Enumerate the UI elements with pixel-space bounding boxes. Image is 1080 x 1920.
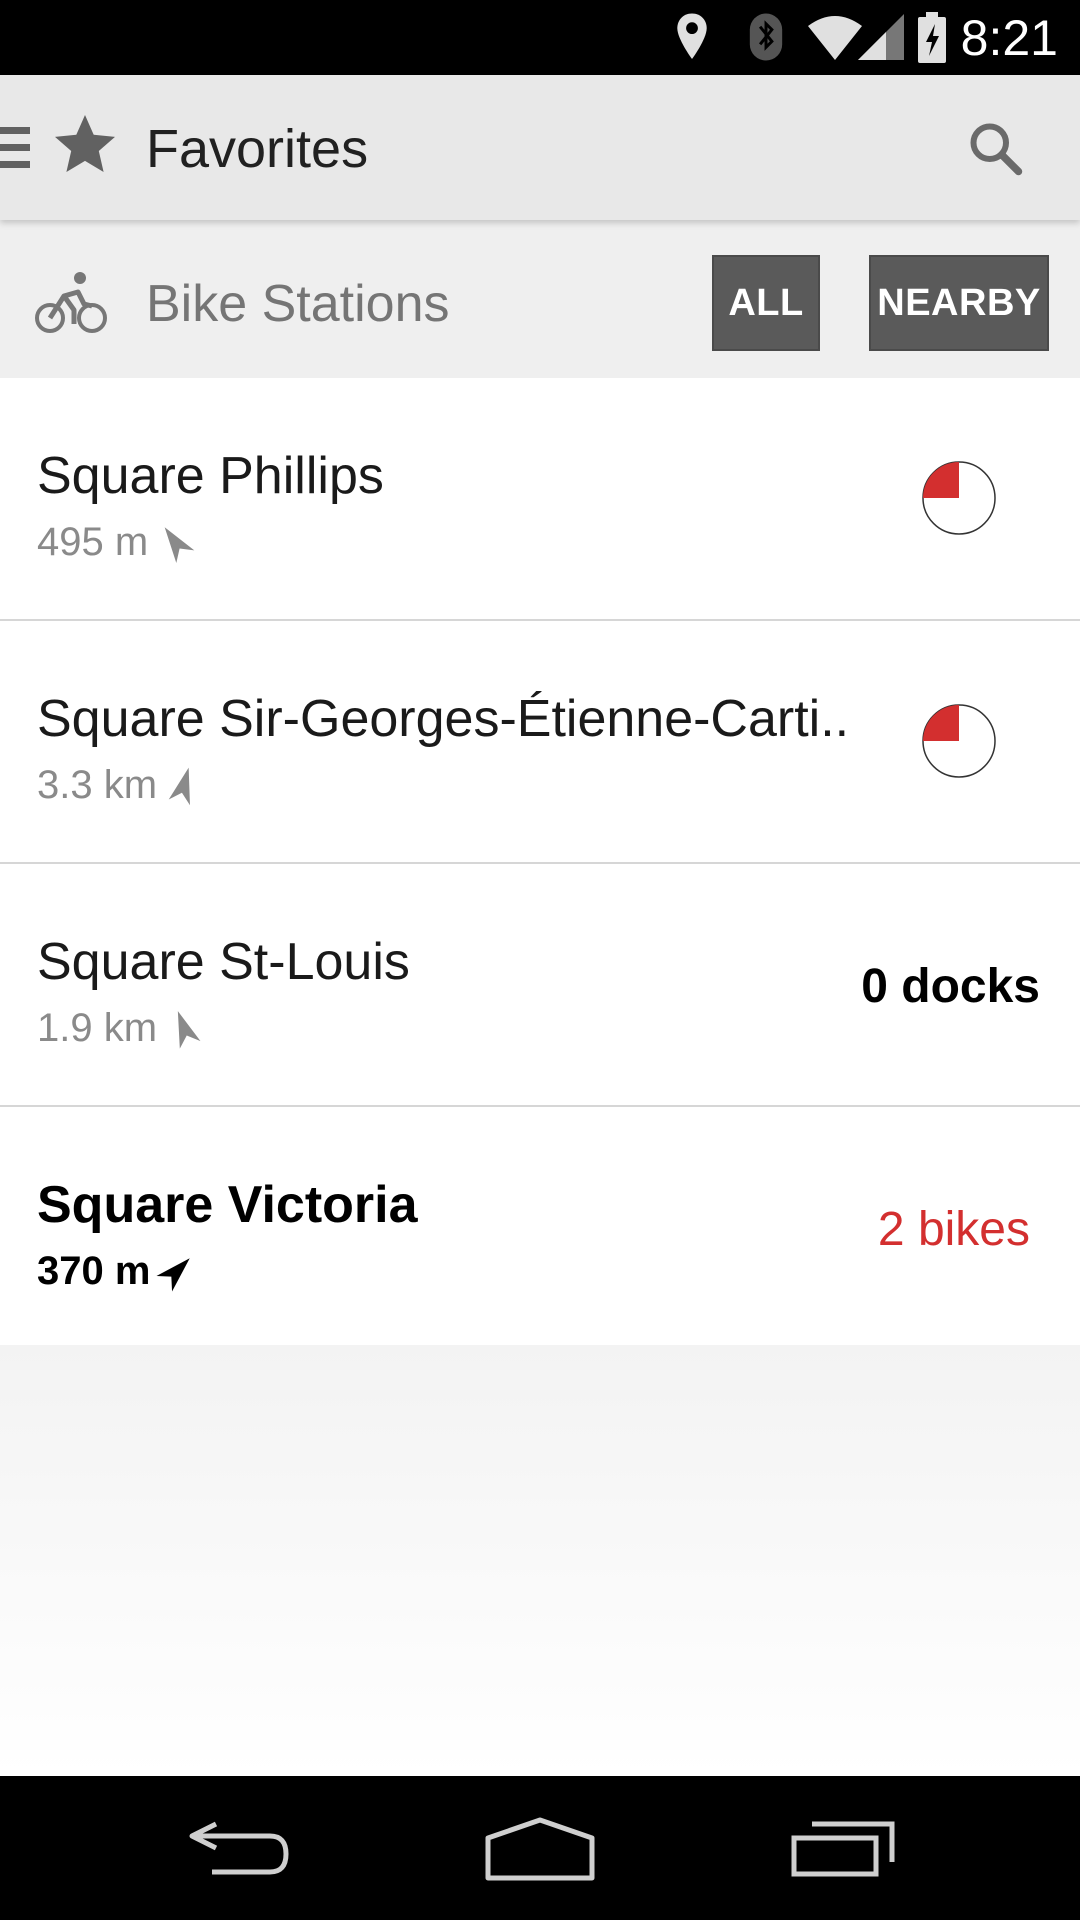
page-title: Favorites (146, 119, 369, 179)
station-name: Square St-Louis (37, 933, 410, 991)
pie-fill (923, 705, 959, 741)
section-label: Bike Stations (146, 275, 450, 333)
distance-value: 495 m (37, 520, 149, 564)
pie-fill (923, 462, 959, 498)
distance-value: 1.9 km (37, 1006, 158, 1050)
section-header: Bike Stations ALL NEARBY (0, 220, 1080, 378)
status-bar: 8:21 (0, 0, 1080, 75)
empty-area (0, 1345, 1080, 1776)
direction-arrow-icon (156, 1258, 191, 1292)
navigation-bar (0, 1776, 1080, 1920)
search-icon[interactable] (966, 119, 1026, 179)
clock: 8:21 (960, 10, 1058, 66)
station-name: Square Victoria (37, 1176, 418, 1234)
station-distance: 3.3 km (37, 761, 199, 809)
station-list: Square Phillips 495 m Square Sir-Georges… (0, 378, 1080, 1350)
star-icon (55, 115, 115, 172)
menu-icon[interactable] (0, 123, 30, 173)
station-distance: 370 m (37, 1247, 192, 1295)
direction-arrow-icon (177, 1011, 201, 1049)
availability-pie (922, 461, 996, 535)
station-name: Square Phillips (37, 447, 384, 505)
station-row[interactable]: Square Phillips 495 m (0, 378, 1080, 621)
distance-value: 370 m (37, 1249, 151, 1293)
signal-icon (858, 14, 904, 60)
home-icon[interactable] (484, 1816, 596, 1882)
filter-nearby-button[interactable]: NEARBY (869, 255, 1049, 351)
station-distance: 495 m (37, 518, 195, 566)
app-bar: Favorites (0, 75, 1080, 220)
back-icon[interactable] (186, 1816, 292, 1878)
station-name: Square Sir-Georges-Étienne-Carti.. (37, 690, 850, 748)
availability-pie (922, 704, 996, 778)
station-distance: 1.9 km (37, 1004, 201, 1052)
availability-value: 0 docks (861, 960, 1040, 1013)
filter-all-button[interactable]: ALL (712, 255, 820, 351)
battery-charging-icon (918, 12, 946, 63)
recents-icon[interactable] (790, 1816, 896, 1878)
bluetooth-icon (749, 13, 783, 61)
distance-value: 3.3 km (37, 763, 158, 807)
station-row[interactable]: Square St-Louis 1.9 km 0 docks (0, 864, 1080, 1107)
bike-icon (35, 272, 107, 333)
location-icon (677, 13, 707, 60)
availability-value: 2 bikes (877, 1203, 1030, 1256)
station-row[interactable]: Square Sir-Georges-Étienne-Carti.. 3.3 k… (0, 621, 1080, 864)
direction-arrow-icon (164, 527, 195, 564)
direction-arrow-icon (168, 767, 191, 806)
station-row[interactable]: Square Victoria 370 m 2 bikes (0, 1107, 1080, 1350)
